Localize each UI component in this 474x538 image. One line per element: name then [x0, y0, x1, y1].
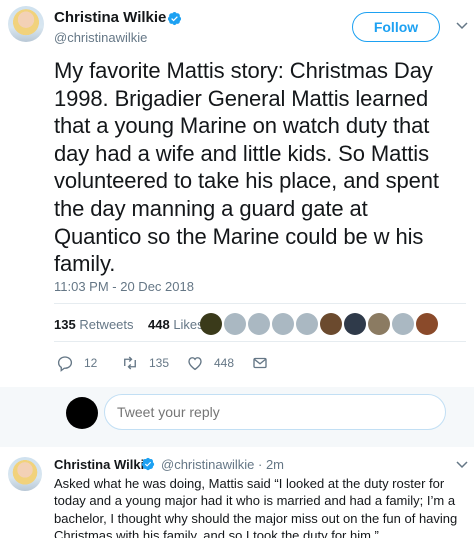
- reply-action[interactable]: 12: [56, 354, 97, 372]
- reply-count: 12: [84, 356, 98, 370]
- retweets-count: 135: [54, 317, 76, 332]
- reply-text: Asked what he was doing, Mattis said “I …: [54, 476, 458, 538]
- verified-badge-icon: [141, 457, 155, 471]
- tweet-stats: 135 Retweets 448 Likes: [54, 317, 204, 332]
- tweet-text: My favorite Mattis story: Christmas Day …: [54, 58, 439, 277]
- liker-avatar[interactable]: [272, 313, 294, 335]
- retweet-count: 135: [149, 356, 170, 370]
- reply-author-avatar[interactable]: [8, 457, 42, 491]
- likes-stat[interactable]: 448 Likes: [148, 317, 204, 332]
- current-user-avatar[interactable]: [66, 397, 98, 429]
- tweet-timestamp[interactable]: 11:03 PM - 20 Dec 2018: [54, 279, 194, 294]
- chevron-down-icon[interactable]: [456, 22, 468, 30]
- like-count: 448: [214, 356, 235, 370]
- likes-count: 448: [147, 317, 170, 332]
- retweet-icon: [124, 356, 136, 370]
- retweets-stat[interactable]: 135 Retweets: [54, 317, 134, 332]
- follow-button[interactable]: Follow: [352, 12, 440, 42]
- reply-author-name[interactable]: Christina Wilkie: [54, 457, 151, 472]
- divider: [54, 341, 466, 342]
- retweets-label: Retweets: [79, 317, 134, 332]
- retweet-action[interactable]: 135: [121, 354, 169, 372]
- author-name[interactable]: Christina Wilkie: [54, 9, 166, 26]
- liker-avatar[interactable]: [248, 313, 270, 335]
- reply-meta[interactable]: @christinawilkie · 2m: [161, 457, 284, 472]
- liker-avatar[interactable]: [392, 313, 414, 335]
- chevron-down-icon[interactable]: [456, 461, 468, 469]
- reply-icon: [57, 356, 73, 372]
- author-avatar[interactable]: [8, 6, 44, 42]
- liker-avatar[interactable]: [320, 313, 342, 335]
- divider: [54, 303, 466, 304]
- verified-badge-icon: [167, 11, 182, 26]
- liker-avatar[interactable]: [416, 313, 438, 335]
- heart-icon: [188, 357, 202, 371]
- liker-avatar[interactable]: [224, 313, 246, 335]
- author-handle[interactable]: @christinawilkie: [54, 30, 147, 45]
- direct-message-action[interactable]: [251, 354, 269, 372]
- liker-avatar[interactable]: [296, 313, 318, 335]
- like-action[interactable]: 448: [186, 354, 234, 372]
- liker-avatar[interactable]: [344, 313, 366, 335]
- reply-input[interactable]: [104, 394, 446, 430]
- liker-avatar[interactable]: [368, 313, 390, 335]
- liker-avatar[interactable]: [200, 313, 222, 335]
- envelope-icon: [253, 357, 267, 369]
